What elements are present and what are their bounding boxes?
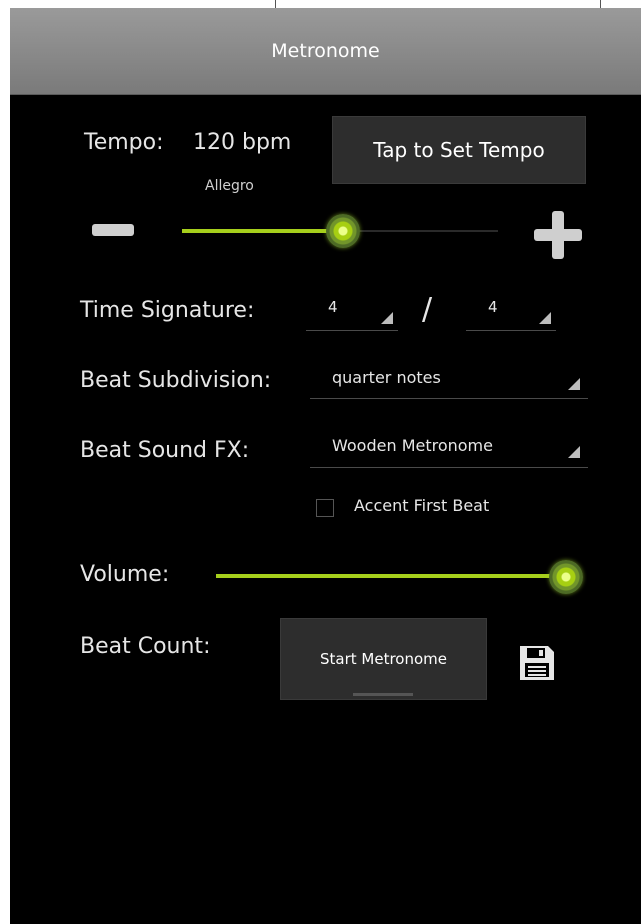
accent-first-beat-label[interactable]: Accent First Beat xyxy=(354,496,489,515)
beat-sound-label: Beat Sound FX: xyxy=(80,438,250,463)
tap-tempo-button[interactable]: Tap to Set Tempo xyxy=(332,116,586,184)
app-title: Metronome xyxy=(271,40,380,62)
title-bar: Metronome xyxy=(10,8,641,95)
volume-slider-thumb[interactable] xyxy=(549,560,583,594)
time-signature-separator: / xyxy=(422,292,433,327)
tempo-slider-thumb[interactable] xyxy=(326,214,360,248)
denominator-value: 4 xyxy=(488,298,498,316)
numerator-value: 4 xyxy=(328,298,338,316)
status-tick xyxy=(600,0,601,8)
beat-count-label: Beat Count: xyxy=(80,634,211,659)
volume-slider-fill xyxy=(216,574,566,578)
status-tick xyxy=(275,0,276,8)
dropdown-arrow-icon xyxy=(568,378,580,390)
time-signature-denominator-spinner[interactable]: 4 xyxy=(466,298,556,331)
save-icon[interactable] xyxy=(516,642,558,684)
tempo-label: Tempo: xyxy=(84,130,164,155)
tempo-name: Allegro xyxy=(205,178,254,194)
beat-subdivision-select[interactable]: quarter notes xyxy=(310,366,588,399)
dropdown-arrow-icon xyxy=(568,446,580,458)
time-signature-label: Time Signature: xyxy=(80,298,255,323)
beat-subdivision-value: quarter notes xyxy=(332,368,441,387)
tempo-value: 120 bpm xyxy=(193,130,292,155)
time-signature-numerator-spinner[interactable]: 4 xyxy=(306,298,398,331)
button-underline xyxy=(353,693,413,696)
volume-label: Volume: xyxy=(80,562,170,587)
plus-icon[interactable] xyxy=(534,211,582,259)
beat-sound-value: Wooden Metronome xyxy=(332,436,493,455)
accent-first-beat-checkbox[interactable] xyxy=(316,499,334,517)
beat-sound-select[interactable]: Wooden Metronome xyxy=(310,434,588,468)
start-metronome-button[interactable]: Start Metronome xyxy=(280,618,487,700)
beat-subdivision-label: Beat Subdivision: xyxy=(80,368,272,393)
tempo-slider-fill xyxy=(182,229,342,233)
dropdown-arrow-icon xyxy=(539,312,551,324)
dropdown-arrow-icon xyxy=(381,312,393,324)
start-metronome-label: Start Metronome xyxy=(319,650,447,668)
minus-icon[interactable] xyxy=(92,222,134,238)
app-screen: Metronome Tempo: 120 bpm Allegro Tap to … xyxy=(10,8,641,924)
status-strip xyxy=(10,0,641,8)
